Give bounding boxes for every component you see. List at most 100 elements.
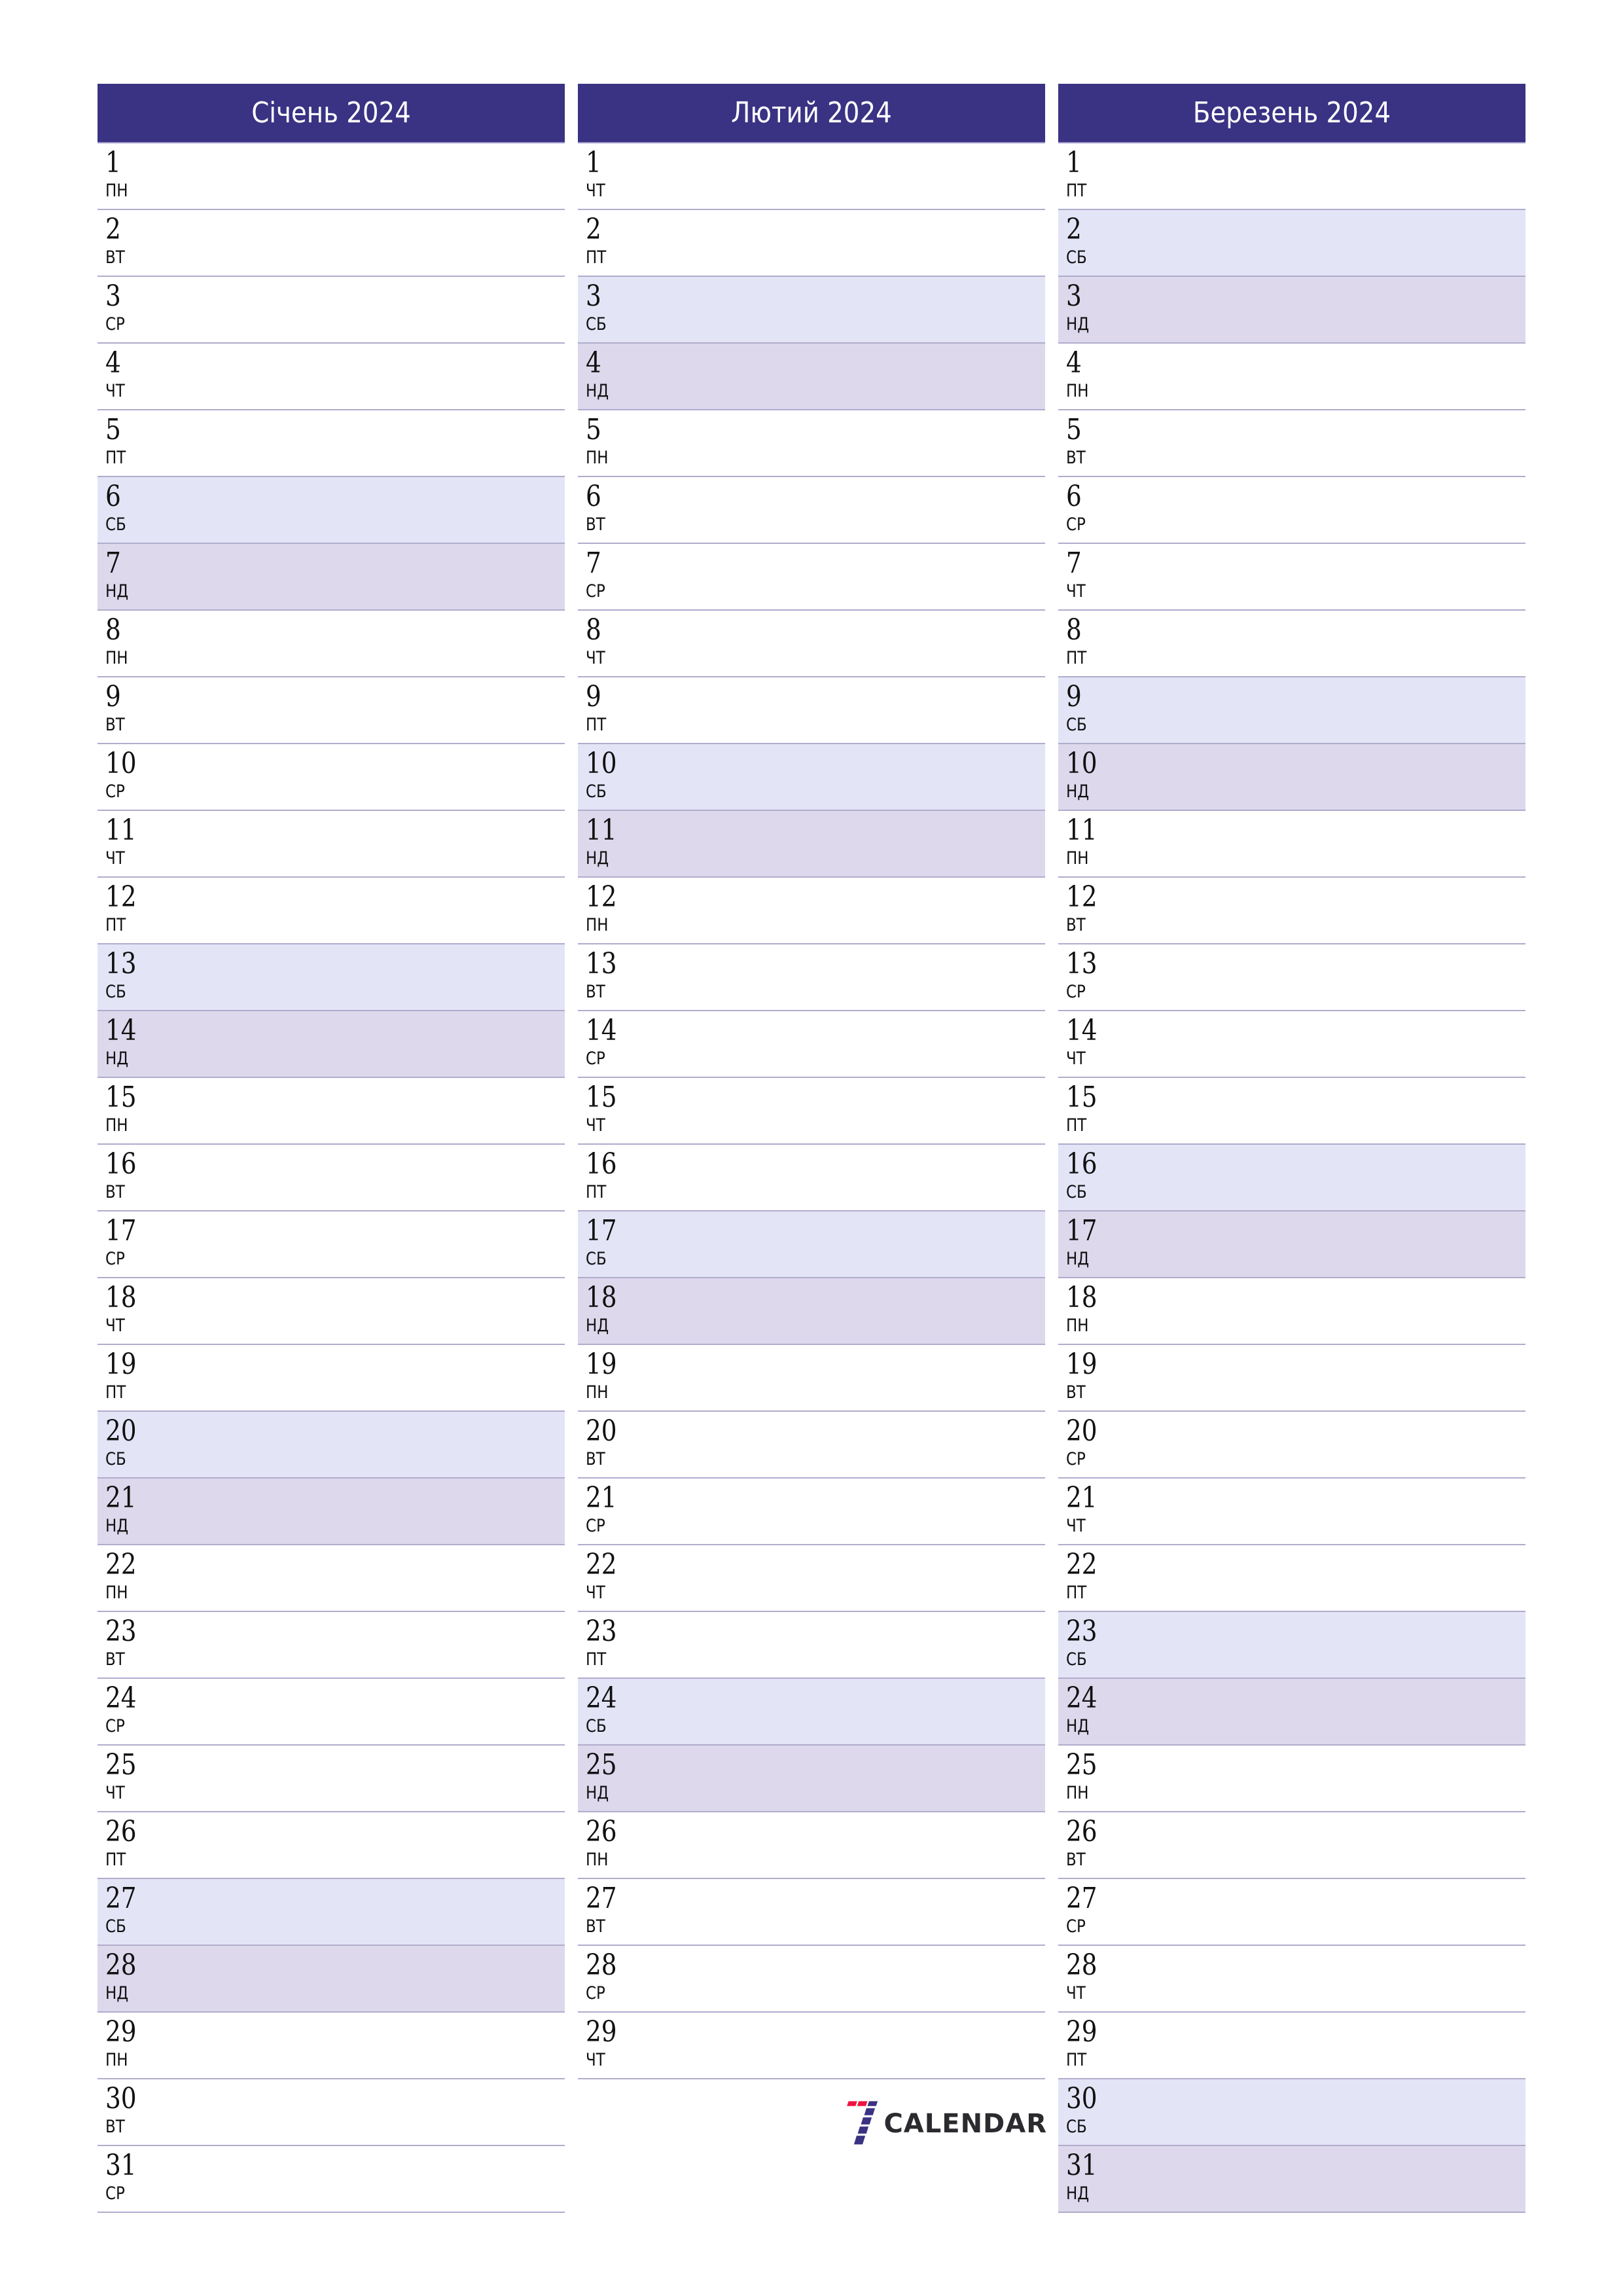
day-row-sunday: 17 НД [1058, 1211, 1525, 1278]
day-number: 9 [105, 680, 121, 713]
day-number: 14 [105, 1014, 137, 1047]
day-row-saturday: 17 СБ [578, 1211, 1045, 1278]
day-row-sunday: 7 НД [98, 544, 565, 611]
day-number: 2 [1066, 213, 1082, 246]
weekday-label: ПТ [1066, 2050, 1087, 2070]
day-list: 1 ПТ 2 СБ 3 НД 4 ПН 5 ВТ 6 СР 7 ЧТ 8 ПТ 9 СБ 10 НД 11 ПН 12 ВТ 1… [1058, 143, 1525, 2213]
day-row: 19 ВТ [1058, 1345, 1525, 1412]
month-header: Березень 2024 [1058, 84, 1525, 143]
day-row-sunday: 31 НД [1058, 2146, 1525, 2213]
day-row: 11 ЧТ [98, 811, 565, 878]
day-number: 7 [1066, 547, 1082, 580]
weekday-label: НД [1066, 1716, 1090, 1736]
day-number: 20 [1066, 1414, 1097, 1448]
weekday-label: ВТ [105, 2117, 125, 2137]
day-list: 1 ПН 2 ВТ 3 СР 4 ЧТ 5 ПТ 6 СБ 7 НД 8 ПН 9 ВТ 10 СР 11 ЧТ 12 ПТ 1… [98, 143, 565, 2213]
day-row-saturday: 27 СБ [98, 1879, 565, 1946]
weekday-label: НД [1066, 1249, 1090, 1269]
day-row: 7 ЧТ [1058, 544, 1525, 611]
day-number: 20 [105, 1414, 137, 1448]
day-row-saturday: 2 СБ [1058, 210, 1525, 277]
day-row-sunday: 21 НД [98, 1479, 565, 1545]
weekday-label: ПН [105, 181, 128, 201]
day-number: 6 [105, 480, 121, 513]
day-row-saturday: 16 СБ [1058, 1145, 1525, 1211]
day-number: 28 [586, 1948, 617, 1982]
day-number: 15 [586, 1081, 617, 1114]
day-row-saturday: 24 СБ [578, 1679, 1045, 1746]
weekday-label: ПН [1066, 1316, 1089, 1336]
weekday-label: НД [586, 1783, 609, 1803]
weekday-label: СР [105, 2183, 125, 2204]
day-number: 21 [105, 1481, 137, 1515]
weekday-label: ПН [586, 1382, 609, 1403]
day-number: 21 [1066, 1481, 1097, 1515]
day-number: 18 [105, 1281, 137, 1314]
day-number: 31 [1066, 2149, 1097, 2182]
weekday-label: ПН [1066, 381, 1089, 401]
day-row: 5 ПН [578, 410, 1045, 477]
weekday-label: ЧТ [1066, 581, 1086, 601]
day-row: 31 СР [98, 2146, 565, 2213]
day-number: 4 [1066, 346, 1082, 380]
weekday-label: СБ [1066, 1182, 1087, 1202]
day-number: 2 [586, 213, 601, 246]
day-row: 12 ПТ [98, 878, 565, 944]
day-row: 2 ВТ [98, 210, 565, 277]
weekday-label: НД [586, 381, 609, 401]
month-title: Січень 2024 [125, 84, 537, 142]
day-row-sunday: 3 НД [1058, 277, 1525, 344]
weekday-label: ЧТ [1066, 1983, 1086, 2003]
day-row: 12 ПН [578, 878, 1045, 944]
weekday-label: ПТ [586, 1182, 607, 1202]
month-column-february: Лютий 2024 1 ЧТ 2 ПТ 3 СБ 4 НД 5 ПН 6 ВТ 7 СР 8 ЧТ 9 ПТ 10… [578, 84, 1045, 2079]
day-row: 14 СР [578, 1011, 1045, 1078]
day-row: 25 ЧТ [98, 1746, 565, 1812]
weekday-label: НД [105, 1983, 129, 2003]
day-number: 25 [105, 1748, 137, 1782]
weekday-label: ПТ [1066, 1583, 1087, 1603]
weekday-label: ПН [105, 1583, 128, 1603]
day-number: 29 [105, 2015, 137, 2049]
day-number: 16 [105, 1147, 137, 1181]
weekday-label: ЧТ [105, 381, 125, 401]
weekday-label: ПН [105, 648, 128, 668]
day-number: 18 [1066, 1281, 1097, 1314]
day-number: 8 [586, 613, 601, 647]
weekday-label: ПТ [105, 448, 126, 468]
weekday-label: ПН [105, 1115, 128, 1136]
day-number: 27 [105, 1882, 137, 1915]
weekday-label: ПТ [105, 1382, 126, 1403]
weekday-label: ВТ [586, 514, 605, 535]
day-number: 17 [586, 1214, 617, 1247]
day-row: 16 ВТ [98, 1145, 565, 1211]
weekday-label: СР [586, 1516, 605, 1536]
weekday-label: ПТ [1066, 181, 1087, 201]
day-row: 16 ПТ [578, 1145, 1045, 1211]
weekday-label: ПТ [105, 1850, 126, 1870]
day-number: 23 [1066, 1615, 1097, 1648]
seven-calendar-logo-icon [847, 2101, 878, 2145]
day-row: 25 ПН [1058, 1746, 1525, 1812]
day-row: 13 СР [1058, 944, 1525, 1011]
weekday-label: СР [1066, 982, 1086, 1002]
day-row: 9 ВТ [98, 677, 565, 744]
weekday-label: НД [105, 1049, 129, 1069]
day-row-saturday: 20 СБ [98, 1412, 565, 1479]
weekday-label: ВТ [105, 715, 125, 735]
weekday-label: ЧТ [1066, 1516, 1086, 1536]
weekday-label: ПН [586, 448, 609, 468]
day-row: 27 ВТ [578, 1879, 1045, 1946]
day-row-saturday: 30 СБ [1058, 2079, 1525, 2146]
weekday-label: ПТ [105, 915, 126, 935]
day-row-sunday: 24 НД [1058, 1679, 1525, 1746]
day-number: 1 [1066, 146, 1082, 179]
day-row: 27 СР [1058, 1879, 1525, 1946]
day-number: 7 [105, 547, 121, 580]
day-row: 21 ЧТ [1058, 1479, 1525, 1545]
day-number: 30 [105, 2082, 137, 2115]
day-number: 30 [1066, 2082, 1097, 2115]
weekday-label: ЧТ [586, 1115, 605, 1136]
day-row: 29 ЧТ [578, 2013, 1045, 2079]
day-number: 23 [586, 1615, 617, 1648]
